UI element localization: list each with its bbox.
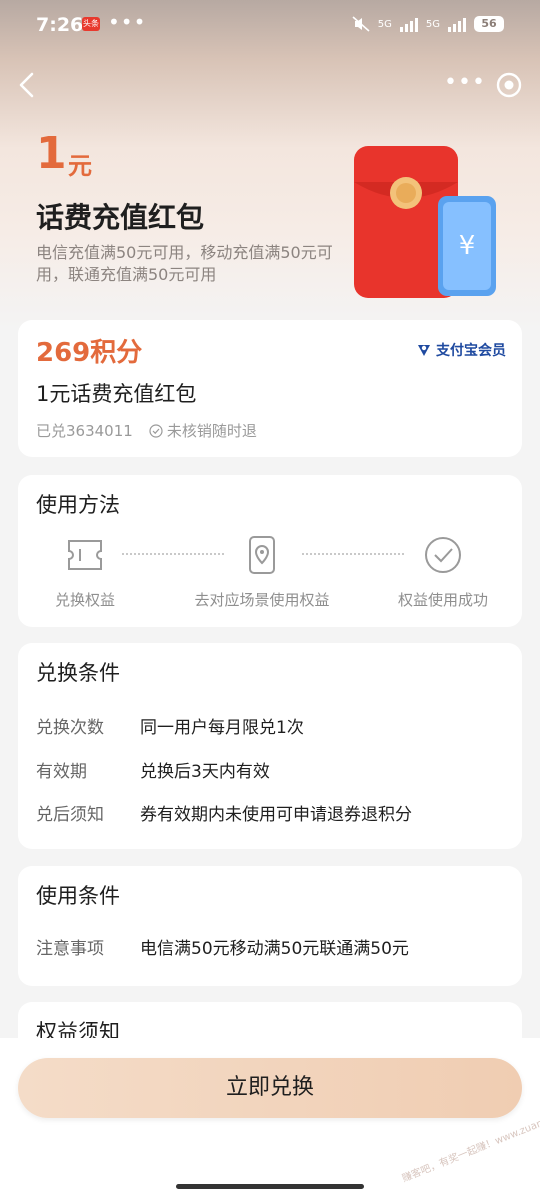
home-indicator[interactable]: [176, 1184, 364, 1189]
condition-value: 兑换后3天内有效: [140, 762, 270, 782]
hero-section: 1 元 话费充值红包 电信充值满50元可用，移动充值满50元可用，联通充值满50…: [0, 128, 540, 318]
points-price: 269积分: [36, 338, 143, 368]
red-packet-phone-illustration: ¥: [354, 146, 496, 298]
check-circle-icon: [425, 537, 461, 573]
battery-icon: 56: [474, 16, 504, 32]
step-redeem: 兑换权益: [0, 535, 170, 610]
redeem-now-button[interactable]: 立即兑换: [18, 1058, 522, 1118]
more-notifications-icon: •••: [108, 10, 147, 34]
condition-key: 有效期: [36, 762, 87, 782]
condition-key: 注意事项: [36, 939, 104, 959]
step-label: 兑换权益: [54, 591, 115, 609]
hero-title: 话费充值红包: [36, 201, 205, 234]
hero-unit: 元: [68, 152, 92, 180]
refund-note: 未核销随时退: [166, 422, 257, 440]
use-conditions-title: 使用条件: [36, 884, 120, 908]
status-time: 7:26: [36, 14, 84, 36]
condition-key: 兑换次数: [36, 718, 104, 738]
network-type-2: 5G: [425, 18, 440, 30]
hero-amount: 1: [36, 128, 67, 179]
product-meta: 已兑3634011 未核销随时退: [36, 420, 257, 441]
conditions-title: 兑换条件: [36, 661, 120, 685]
redeemed-count: 已兑3634011: [36, 422, 133, 440]
more-button[interactable]: •••: [444, 72, 485, 94]
step-label: 权益使用成功: [397, 591, 488, 609]
check-circle-icon: [149, 423, 163, 438]
nav-bar: •••: [0, 60, 540, 108]
step-success: 权益使用成功: [358, 535, 528, 610]
yen-icon: ¥: [459, 231, 476, 261]
product-card: 269积分 支付宝会员 1元话费充值红包 已兑3634011 未核销随时退: [18, 320, 522, 457]
condition-value: 同一用户每月限兑1次: [140, 718, 304, 738]
usage-title: 使用方法: [36, 493, 120, 517]
condition-row: 兑换次数 同一用户每月限兑1次: [36, 713, 304, 738]
use-conditions-card: 使用条件 注意事项 电信满50元移动满50元联通满50元: [18, 866, 522, 986]
chevron-left-icon: [19, 72, 34, 98]
alipay-member-icon: [418, 345, 430, 356]
condition-key: 兑后须知: [36, 805, 104, 825]
usage-method-card: 使用方法 兑换权益 去对应场景使用权益 权益使用成功: [18, 475, 522, 627]
step-use: 去对应场景使用权益: [177, 535, 347, 610]
hero-description: 电信充值满50元可用，移动充值满50元可用，联通充值满50元可用: [36, 243, 333, 284]
target-icon: [496, 72, 522, 98]
phone-location-icon: [249, 536, 275, 574]
back-button[interactable]: [14, 68, 44, 102]
network-type-1: 5G: [377, 18, 392, 30]
status-bar: 7:26 头条 ••• 5G 5G 56: [0, 0, 540, 52]
signal-icon: [448, 16, 466, 32]
redeem-conditions-card: 兑换条件 兑换次数 同一用户每月限兑1次 有效期 兑换后3天内有效 兑后须知 券有效期…: [18, 643, 522, 849]
condition-value: 电信满50元移动满50元联通满50元: [140, 939, 409, 959]
condition-value: 券有效期内未使用可申请退券退积分: [140, 805, 412, 825]
alipay-member-badge: 支付宝会员: [416, 340, 506, 360]
step-label: 去对应场景使用权益: [194, 591, 330, 609]
bottom-action-bar: 立即兑换 赚客吧，有奖一起赚！www.zuanke8.com: [0, 1038, 540, 1200]
app-notification-icon: 头条: [82, 17, 100, 31]
condition-row: 有效期 兑换后3天内有效: [36, 757, 270, 782]
member-label: 支付宝会员: [436, 343, 506, 359]
condition-row: 注意事项 电信满50元移动满50元联通满50元: [36, 934, 409, 959]
condition-row: 兑后须知 券有效期内未使用可申请退券退积分: [36, 800, 412, 825]
signal-icon: [399, 16, 418, 32]
product-name: 1元话费充值红包: [36, 382, 197, 406]
ticket-icon: [68, 540, 102, 570]
status-indicators: 5G 5G 56: [352, 16, 504, 32]
close-miniapp-button[interactable]: [496, 72, 522, 98]
mute-icon: [352, 16, 370, 32]
